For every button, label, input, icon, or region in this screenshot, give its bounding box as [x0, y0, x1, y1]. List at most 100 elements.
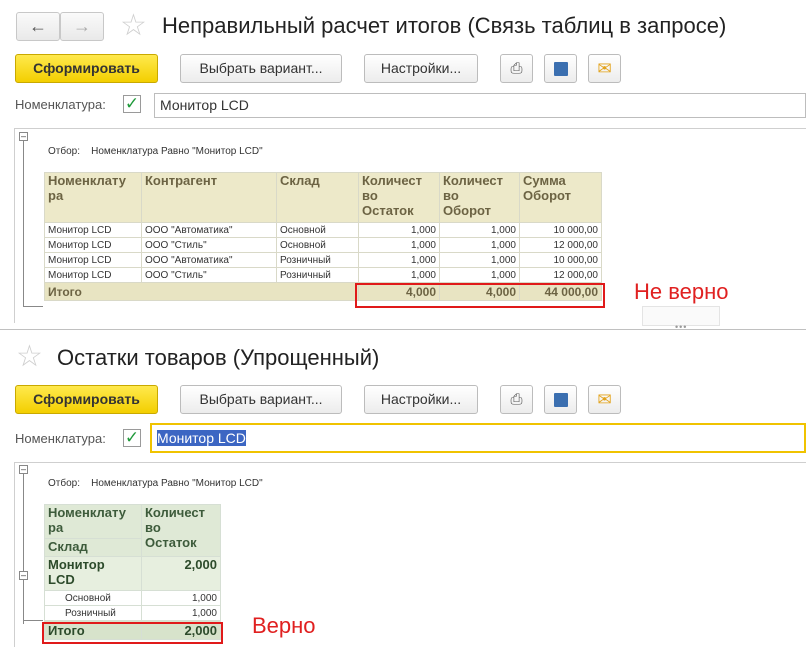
- table-row: Монитор LCD ООО "Стиль" Розничный 1,000 …: [44, 267, 602, 283]
- filter-checkbox[interactable]: ✓: [123, 429, 141, 447]
- collapse-toggle[interactable]: –: [19, 132, 28, 141]
- generate-button[interactable]: Сформировать: [15, 54, 158, 83]
- filter-caption-condition: Номенклатура Равно "Монитор LCD": [91, 146, 263, 157]
- cell: Монитор LCD: [44, 252, 142, 268]
- cell: 1,000: [439, 237, 520, 253]
- error-highlight-box: [355, 283, 605, 308]
- cell: 1,000: [141, 605, 221, 621]
- cell: 1,000: [141, 590, 221, 606]
- filter-caption-label: Отбор:: [48, 478, 80, 489]
- back-button[interactable]: ←: [16, 12, 60, 41]
- header-qty-balance: Количест во Остаток: [358, 172, 440, 223]
- tree-line: [23, 141, 24, 306]
- cell: 1,000: [358, 252, 440, 268]
- table-row: Розничный 1,000: [44, 605, 221, 621]
- print-button[interactable]: ⎙: [500, 54, 533, 83]
- cell: ООО "Стиль": [141, 267, 277, 283]
- cell: 10 000,00: [519, 222, 602, 238]
- report-table: Номенклату ра Контрагент Склад Количест …: [44, 172, 602, 301]
- settings-button[interactable]: Настройки...: [364, 385, 478, 414]
- page-title: Неправильный расчет итогов (Связь таблиц…: [162, 13, 727, 38]
- filter-checkbox[interactable]: ✓: [123, 95, 141, 113]
- favorite-star-icon[interactable]: ☆: [120, 11, 147, 41]
- cell: 1,000: [358, 237, 440, 253]
- arrow-left-icon: ←: [29, 16, 47, 36]
- tree-line: [23, 580, 24, 620]
- cell: Монитор LCD: [44, 237, 142, 253]
- group-name: Монитор LCD: [44, 556, 142, 591]
- email-button[interactable]: ✉: [588, 54, 621, 83]
- header-sum-turnover: Сумма Оборот: [519, 172, 602, 223]
- window-divider: [0, 329, 806, 330]
- cell: ООО "Автоматика": [141, 222, 277, 238]
- cell: Розничный: [276, 267, 359, 283]
- tree-line: [23, 306, 43, 307]
- page-title: Остатки товаров (Упрощенный): [57, 345, 380, 370]
- filter-value-field[interactable]: Монитор LCD: [150, 423, 806, 453]
- resize-grip-icon[interactable]: •••: [675, 322, 687, 332]
- cell: 1,000: [439, 267, 520, 283]
- filter-caption-condition: Номенклатура Равно "Монитор LCD": [91, 478, 263, 489]
- header-nomenclature: Номенклату ра: [44, 172, 142, 223]
- floppy-disk-icon: [553, 62, 568, 76]
- correct-highlight-box: [42, 622, 223, 644]
- cell: 10 000,00: [519, 252, 602, 268]
- total-label: Итого: [44, 282, 359, 301]
- cell: 1,000: [439, 222, 520, 238]
- tree-line: [23, 620, 43, 621]
- header-counterparty: Контрагент: [141, 172, 277, 223]
- table-row: Основной 1,000: [44, 590, 221, 606]
- choose-variant-button[interactable]: Выбрать вариант...: [180, 54, 342, 83]
- header-qty-balance: Количест во Остаток: [141, 504, 221, 557]
- report-table: Номенклату ра Количест во Остаток Склад …: [44, 504, 221, 640]
- printer-icon: ⎙: [510, 391, 523, 408]
- save-button[interactable]: [544, 385, 577, 414]
- filter-caption-label: Отбор:: [48, 146, 80, 157]
- cell: Основной: [276, 222, 359, 238]
- collapse-toggle[interactable]: –: [19, 465, 28, 474]
- cell: ООО "Стиль": [141, 237, 277, 253]
- print-button[interactable]: ⎙: [500, 385, 533, 414]
- choose-variant-button[interactable]: Выбрать вариант...: [180, 385, 342, 414]
- cell: Розничный: [44, 605, 142, 621]
- favorite-star-icon[interactable]: ☆: [16, 342, 43, 372]
- annotation-correct: Верно: [252, 613, 316, 638]
- selected-text: Монитор LCD: [157, 430, 246, 446]
- cell: Основной: [44, 590, 142, 606]
- group-value: 2,000: [141, 556, 221, 591]
- envelope-icon: ✉: [597, 59, 612, 78]
- cell: Монитор LCD: [44, 267, 142, 283]
- cell: 12 000,00: [519, 267, 602, 283]
- filter-label: Номенклатура:: [15, 431, 106, 446]
- cell: 12 000,00: [519, 237, 602, 253]
- floppy-disk-icon: [553, 393, 568, 407]
- generate-button[interactable]: Сформировать: [15, 385, 158, 414]
- header-qty-turnover: Количест во Оборот: [439, 172, 520, 223]
- table-row: Монитор LCD ООО "Автоматика" Розничный 1…: [44, 252, 602, 268]
- cell: 1,000: [358, 222, 440, 238]
- filter-caption: Отбор: Номенклатура Равно "Монитор LCD": [48, 478, 263, 489]
- save-button[interactable]: [544, 54, 577, 83]
- table-row: Монитор LCD ООО "Автоматика" Основной 1,…: [44, 222, 602, 238]
- group-row: Монитор LCD 2,000: [44, 556, 221, 591]
- forward-button[interactable]: →: [60, 12, 104, 41]
- cell: Монитор LCD: [44, 222, 142, 238]
- printer-icon: ⎙: [510, 60, 523, 77]
- table-header-row: Номенклату ра Контрагент Склад Количест …: [44, 172, 602, 223]
- table-header-row: Номенклату ра Количест во Остаток: [44, 504, 221, 557]
- collapse-toggle[interactable]: –: [19, 571, 28, 580]
- filter-label: Номенклатура:: [15, 97, 106, 112]
- header-nomenclature: Номенклату ра: [44, 504, 142, 539]
- filter-caption: Отбор: Номенклатура Равно "Монитор LCD": [48, 146, 263, 157]
- cell: ООО "Автоматика": [141, 252, 277, 268]
- settings-button[interactable]: Настройки...: [364, 54, 478, 83]
- cell: 1,000: [358, 267, 440, 283]
- cell: Розничный: [276, 252, 359, 268]
- email-button[interactable]: ✉: [588, 385, 621, 414]
- filter-value-field[interactable]: Монитор LCD: [154, 93, 806, 118]
- table-row: Монитор LCD ООО "Стиль" Основной 1,000 1…: [44, 237, 602, 253]
- envelope-icon: ✉: [597, 390, 612, 409]
- cell: Основной: [276, 237, 359, 253]
- annotation-wrong: Не верно: [634, 279, 729, 304]
- header-warehouse: Склад: [276, 172, 359, 223]
